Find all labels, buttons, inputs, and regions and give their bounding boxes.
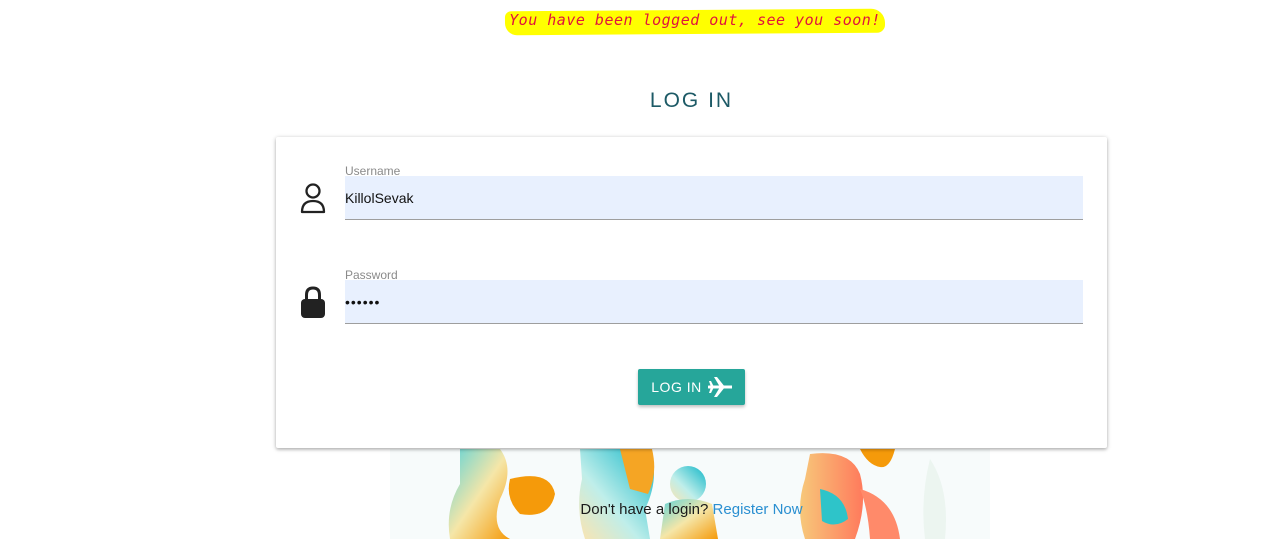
lock-icon [298,285,328,319]
login-card: Username Password LOG IN [276,137,1107,448]
password-input[interactable] [345,280,1083,324]
register-prompt-text: Don't have a login? [580,501,709,518]
login-button[interactable]: LOG IN [638,369,745,405]
username-input[interactable] [345,176,1083,220]
airplane-icon [707,376,732,398]
login-button-label: LOG IN [651,379,702,395]
person-outline-icon [298,181,328,215]
logout-flash-message: You have been logged out, see you soon! [509,11,881,29]
page-title: LOG IN [649,89,734,112]
register-prompt-row: Don't have a login? Register Now [0,501,1268,518]
people-illustration [390,449,990,539]
register-now-link[interactable]: Register Now [713,501,803,518]
